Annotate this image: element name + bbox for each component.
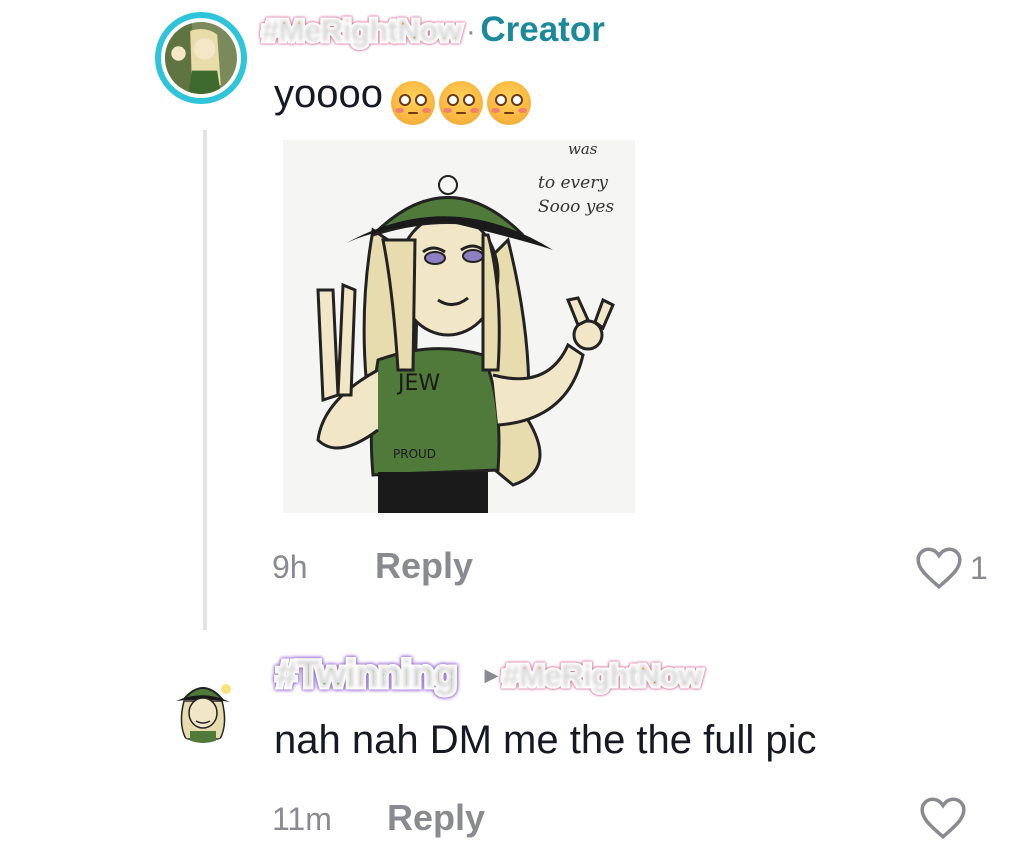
flushed-face-icon	[391, 80, 436, 125]
handwriting-line-2: to every	[538, 173, 608, 193]
comment1-reply-button[interactable]: Reply	[375, 545, 473, 587]
heart-icon	[916, 547, 962, 590]
creator-badge: Creator	[480, 10, 605, 49]
comment1-like-button[interactable]: 1	[914, 545, 988, 591]
comment-text: yoooo	[274, 72, 383, 116]
heart-icon	[920, 797, 966, 840]
username-tag[interactable]: #Twinning	[274, 652, 460, 699]
comment2-reply-button[interactable]: Reply	[387, 797, 485, 839]
thread-line	[203, 130, 207, 630]
comment-text: nah nah DM me the the full pic	[274, 718, 817, 762]
flushed-face-icon	[487, 80, 532, 125]
separator-dot: ·	[465, 15, 476, 48]
creator-avatar[interactable]	[155, 12, 247, 104]
shirt-text-bottom: PROUD	[393, 447, 436, 461]
comment2-like-button[interactable]	[918, 795, 968, 846]
like-count: 1	[970, 549, 988, 586]
comment2-body: nah nah DM me the the full pic	[274, 718, 817, 763]
comment2-header: #Twinning ▶ #MeRightNow	[274, 652, 705, 699]
commenter-avatar[interactable]	[166, 669, 240, 743]
comment1-time: 9h	[272, 549, 308, 585]
handwriting-line-1: was	[568, 140, 598, 158]
comment1-header: #MeRightNow · Creator	[259, 10, 605, 51]
avatar-image	[165, 22, 237, 94]
shirt-text-top: JEW	[396, 371, 440, 396]
comment-attached-image[interactable]: JEW PROUD was to every Sooo yes	[283, 140, 635, 513]
reply-to-tag[interactable]: #MeRightNow	[500, 655, 705, 695]
comment1-body: yoooo	[274, 72, 532, 125]
reply-arrow-icon: ▶	[484, 665, 499, 685]
avatar-image	[166, 669, 240, 743]
flushed-face-icon	[439, 80, 484, 125]
comment2-time: 11m	[272, 801, 332, 837]
handwriting-line-3: Sooo yes	[538, 197, 614, 217]
username-tag[interactable]: #MeRightNow	[259, 11, 464, 51]
drawing-illustration: JEW PROUD was to every Sooo yes	[283, 140, 635, 513]
